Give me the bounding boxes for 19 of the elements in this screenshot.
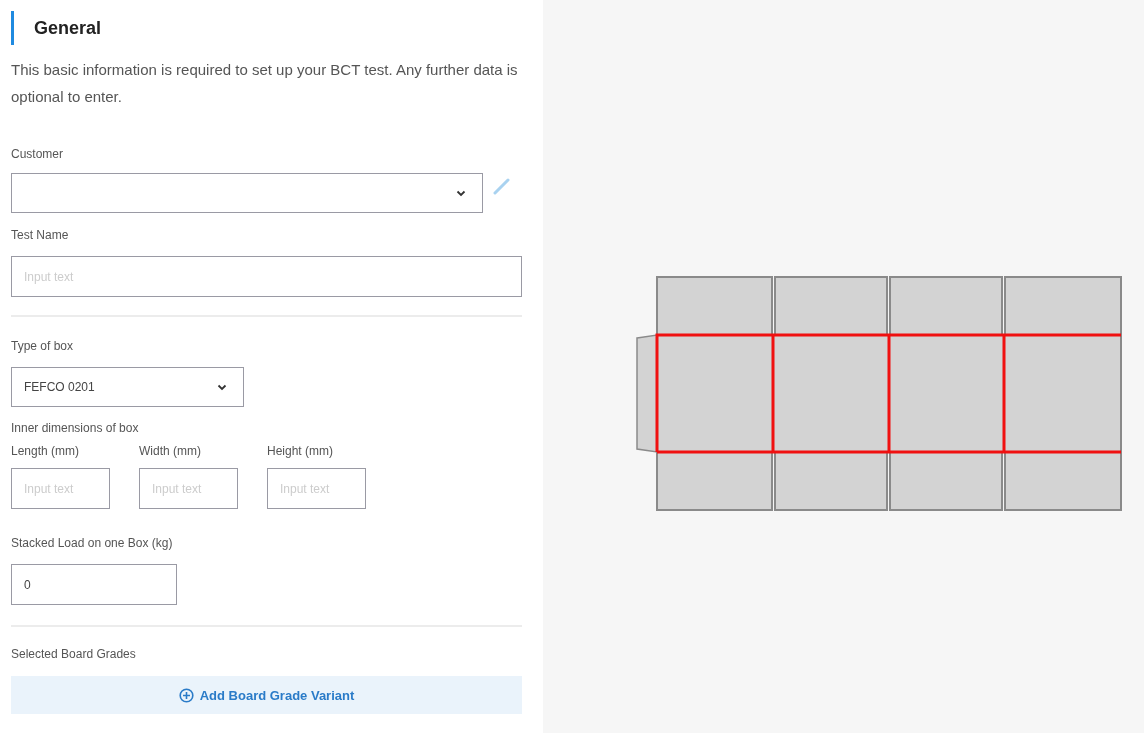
section-title: General — [34, 17, 102, 39]
field-label: Length (mm) — [11, 444, 81, 458]
field-label: Width (mm) — [139, 444, 202, 458]
section-description: This basic information is required to set up your BCT test. Any further data is optional to enter. — [11, 60, 519, 107]
plus-circle-icon — [178, 687, 194, 703]
stacked-load-field[interactable]: 0 — [11, 564, 177, 605]
pencil-icon[interactable] — [493, 177, 511, 195]
customer-select[interactable] — [11, 173, 483, 213]
chevron-down-icon — [217, 383, 227, 391]
field-label: Customer — [11, 147, 64, 161]
add-board-grade-button[interactable]: Add Board Grade Variant — [11, 676, 522, 714]
field-label: Stacked Load on one Box (kg) — [11, 536, 174, 550]
field-label: Inner dimensions of box — [11, 421, 140, 435]
field-label: Selected Board Grades — [11, 647, 137, 661]
chevron-down-icon — [456, 189, 466, 197]
field-label: Height (mm) — [267, 444, 334, 458]
box-type-select[interactable]: FEFCO 0201 — [11, 367, 244, 407]
field-label: Test Name — [11, 228, 70, 242]
field-label: Type of box — [11, 339, 75, 353]
